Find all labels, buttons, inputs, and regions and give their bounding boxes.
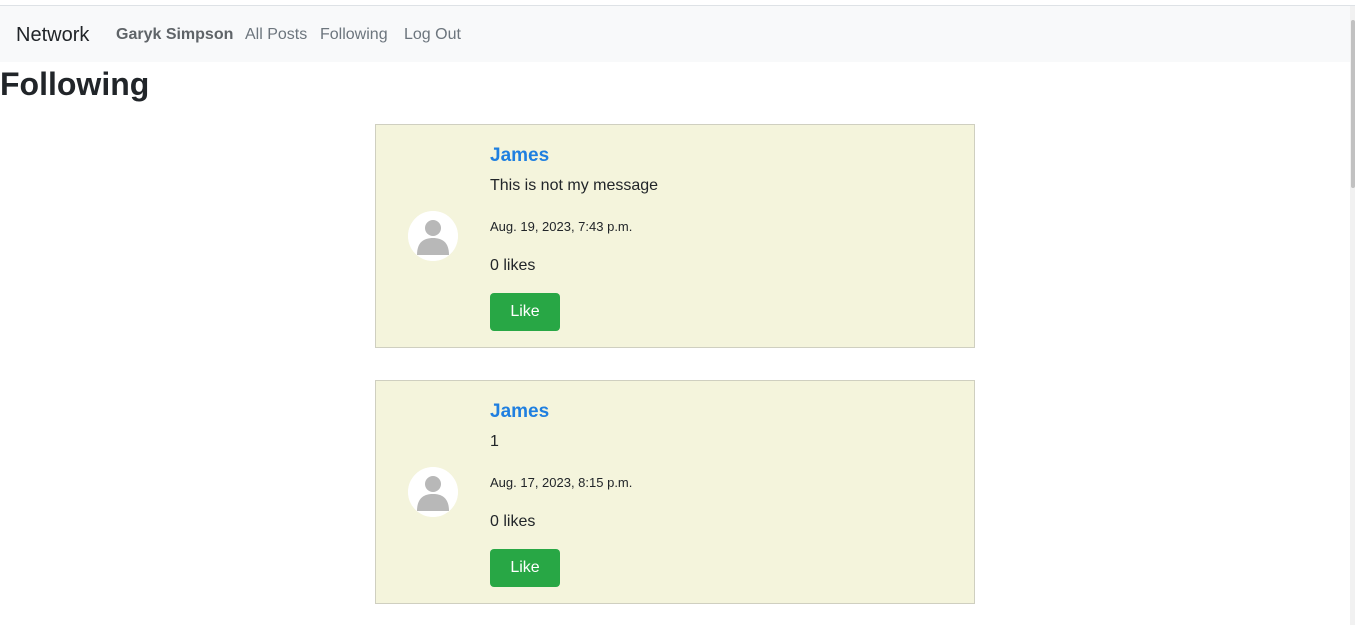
- nav-logout-link[interactable]: Log Out: [404, 26, 461, 44]
- post-timestamp: Aug. 17, 2023, 8:15 p.m.: [490, 475, 633, 490]
- navbar: Network Garyk Simpson All Posts Followin…: [0, 6, 1350, 62]
- page-title: Following: [0, 66, 150, 102]
- user-avatar-icon: [408, 467, 458, 517]
- post-like-count: 0 likes: [490, 513, 536, 530]
- post-timestamp: Aug. 19, 2023, 7:43 p.m.: [490, 219, 633, 234]
- nav-user-profile-link[interactable]: Garyk Simpson: [116, 26, 233, 44]
- post-like-count: 0 likes: [490, 257, 536, 274]
- post-card: James 1 Aug. 17, 2023, 8:15 p.m. 0 likes…: [375, 380, 975, 604]
- post-content: This is not my message: [490, 177, 659, 194]
- nav-following-link[interactable]: Following: [320, 26, 388, 44]
- post-author-link[interactable]: James: [490, 145, 549, 167]
- vertical-scrollbar-thumb[interactable]: [1351, 20, 1355, 188]
- user-avatar-icon: [408, 211, 458, 261]
- nav-all-posts-link[interactable]: All Posts: [245, 26, 307, 44]
- post-content: 1: [490, 433, 499, 450]
- post-card: James This is not my message Aug. 19, 20…: [375, 124, 975, 348]
- post-author-link[interactable]: James: [490, 401, 549, 423]
- brand-link[interactable]: Network: [16, 24, 89, 46]
- like-button[interactable]: Like: [490, 293, 560, 331]
- like-button[interactable]: Like: [490, 549, 560, 587]
